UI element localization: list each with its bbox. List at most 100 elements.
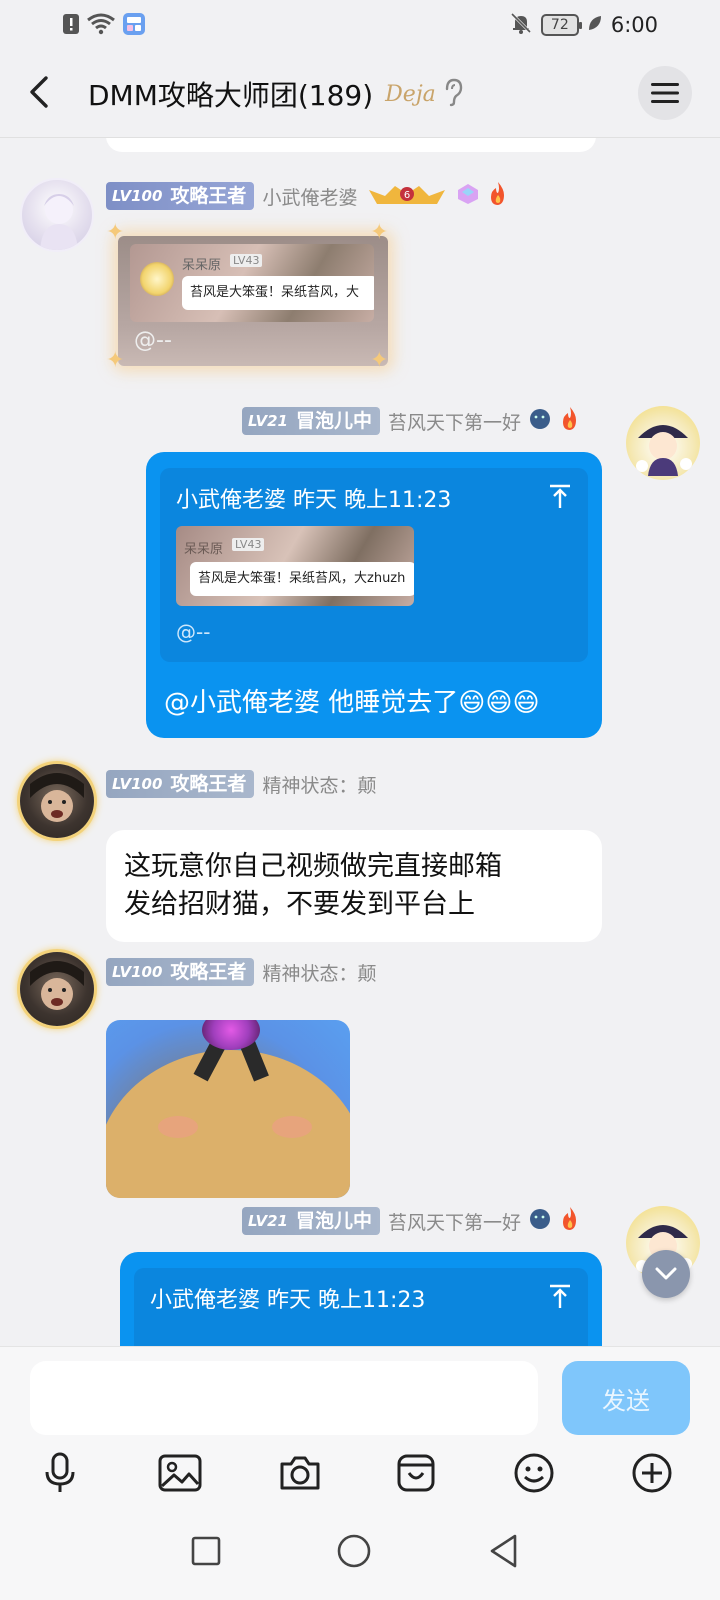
back-triangle-icon [490, 1534, 517, 1568]
quote-header: 小武俺老婆 昨天 晚上11:23 [176, 488, 452, 513]
message-meta: LV100 攻略王者 精神状态：颠 [106, 958, 376, 986]
photo-button[interactable] [156, 1449, 204, 1497]
sender-nickname[interactable]: 苔风天下第一好 [388, 408, 521, 435]
chat-message-list[interactable]: LV100 攻略王者 小武俺老婆 6 ✦ ✦ ✦ ✦ 呆呆原 LV43 苔风是大… [0, 138, 720, 1346]
composer: 发送 [0, 1346, 720, 1600]
thumb-text: 苔风是大笨蛋！呆纸苔风，大 [182, 276, 374, 310]
fire-icon [487, 181, 509, 211]
emoji-button[interactable] [510, 1449, 558, 1497]
system-navigation-bar [0, 1529, 720, 1600]
mute-bell-icon [509, 11, 533, 39]
rank-label: 攻略王者 [170, 961, 247, 983]
level-badge: LV21 冒泡儿中 [242, 1207, 380, 1235]
ear-icon [442, 77, 464, 111]
chevron-down-icon [655, 1267, 677, 1280]
level-label: LV100 [112, 775, 163, 793]
image-detail [272, 1116, 312, 1138]
menu-button[interactable] [638, 66, 692, 120]
plus-icon [632, 1453, 672, 1493]
quoted-image-thumbnail: 呆呆原 LV43 苔风是大笨蛋！呆纸苔风，大zhuzh [176, 526, 414, 606]
quoted-message[interactable]: 小武俺老婆 昨天 晚上11:23 呆呆原 LV43 苔风是大笨蛋！呆纸苔风，大z… [160, 468, 588, 662]
mini-avatar [140, 262, 174, 296]
wing-decoration-icon: ✦ [370, 220, 389, 245]
message-meta: LV100 攻略王者 小武俺老婆 6 [106, 180, 509, 212]
thumb-author: 呆呆原 [184, 542, 224, 557]
wifi-icon [86, 13, 116, 39]
emoji-icon [514, 1453, 554, 1493]
avatar[interactable] [20, 178, 94, 252]
crown-medal-icon: 6 [365, 180, 449, 212]
recents-square-icon [191, 1536, 221, 1566]
message-meta: LV100 攻略王者 精神状态：颠 [106, 770, 376, 798]
send-button[interactable]: 发送 [562, 1361, 690, 1435]
status-left [62, 12, 146, 40]
message-meta: LV21 冒泡儿中 苔风天下第一好 [242, 406, 581, 436]
sender-nickname[interactable]: 苔风天下第一好 [388, 1208, 521, 1235]
message-bubble[interactable] [106, 138, 596, 152]
my-avatar[interactable] [626, 406, 700, 480]
rank-label: 冒泡儿中 [295, 1210, 372, 1232]
status-right: 72 6:00 [509, 11, 658, 39]
wing-decoration-icon: ✦ [370, 348, 389, 373]
moon-face-icon [529, 408, 551, 434]
sender-nickname[interactable]: 小武俺老婆 [262, 183, 357, 210]
level-label: LV21 [248, 1212, 288, 1230]
image-card-message[interactable]: ✦ ✦ ✦ ✦ 呆呆原 LV43 苔风是大笨蛋！呆纸苔风，大 @-- [106, 220, 388, 373]
moon-face-icon [529, 1208, 551, 1234]
message-bubble[interactable]: 小武俺老婆 昨天 晚上11:23 呆呆原 LV43 苔风是大笨蛋！呆纸苔风，大z… [146, 452, 602, 738]
thumb-level: LV43 [230, 254, 263, 267]
voice-button[interactable] [36, 1449, 84, 1497]
image-message[interactable] [106, 1020, 350, 1198]
wing-decoration-icon: ✦ [106, 220, 125, 245]
rank-label: 攻略王者 [170, 773, 247, 795]
jump-to-top-icon[interactable] [546, 1282, 574, 1310]
message-text-line: 发给招财猫，不要发到平台上 [124, 889, 475, 920]
message-text: @小武俺老婆 他睡觉去了😄😄😄 [164, 688, 540, 718]
avatar[interactable] [20, 764, 94, 838]
level-badge: LV100 攻略王者 [106, 770, 255, 798]
nav-back-button[interactable] [484, 1531, 524, 1571]
jump-to-top-icon[interactable] [546, 482, 574, 510]
message-meta: LV21 冒泡儿中 苔风天下第一好 [242, 1206, 581, 1236]
image-detail [158, 1116, 198, 1138]
recents-button[interactable] [186, 1531, 226, 1571]
gem-icon [457, 183, 479, 209]
home-button[interactable] [334, 1531, 374, 1571]
more-button[interactable] [628, 1449, 676, 1497]
quote-at-text: @-- [176, 620, 211, 644]
message-input[interactable] [30, 1361, 538, 1435]
sticker-icon [397, 1454, 435, 1492]
level-badge: LV100 攻略王者 [106, 182, 255, 210]
level-label: LV100 [112, 963, 163, 981]
image-thumbnail: 呆呆原 LV43 苔风是大笨蛋！呆纸苔风，大 [130, 244, 374, 322]
back-button[interactable] [22, 72, 58, 112]
camera-icon [280, 1456, 320, 1490]
sender-nickname[interactable]: 精神状态：颠 [262, 771, 376, 798]
title-area[interactable]: DMM攻略大师团(189) Deja [88, 74, 464, 114]
group-title: DMM攻略大师团(189) [88, 79, 374, 112]
level-label: LV21 [248, 412, 288, 430]
battery-indicator: 72 [540, 14, 582, 36]
quote-header: 小武俺老婆 昨天 晚上11:23 [150, 1288, 426, 1313]
thumb-author: 呆呆原 [182, 258, 222, 273]
message-bubble[interactable]: 这玩意你自己视频做完直接邮箱 发给招财猫，不要发到平台上 [106, 830, 602, 942]
chevron-left-icon [30, 76, 48, 108]
image-caption: @-- [134, 328, 172, 353]
message-bubble[interactable]: 小武俺老婆 昨天 晚上11:23 [120, 1252, 602, 1346]
composer-toolbar [0, 1449, 720, 1509]
alert-icon [62, 13, 80, 39]
svg-text:6: 6 [404, 190, 410, 201]
level-badge: LV21 冒泡儿中 [242, 407, 380, 435]
status-bar: 72 6:00 [0, 0, 720, 48]
camera-button[interactable] [276, 1449, 324, 1497]
level-badge: LV100 攻略王者 [106, 958, 255, 986]
wing-decoration-icon: ✦ [106, 348, 125, 373]
avatar[interactable] [20, 952, 94, 1026]
sender-nickname[interactable]: 精神状态：颠 [262, 959, 376, 986]
quoted-message[interactable]: 小武俺老婆 昨天 晚上11:23 [134, 1268, 588, 1346]
microphone-icon [45, 1452, 75, 1492]
image-subject [106, 1050, 350, 1198]
scroll-to-bottom-button[interactable] [642, 1250, 690, 1298]
rank-label: 攻略王者 [170, 185, 247, 207]
sticker-button[interactable] [392, 1449, 440, 1497]
